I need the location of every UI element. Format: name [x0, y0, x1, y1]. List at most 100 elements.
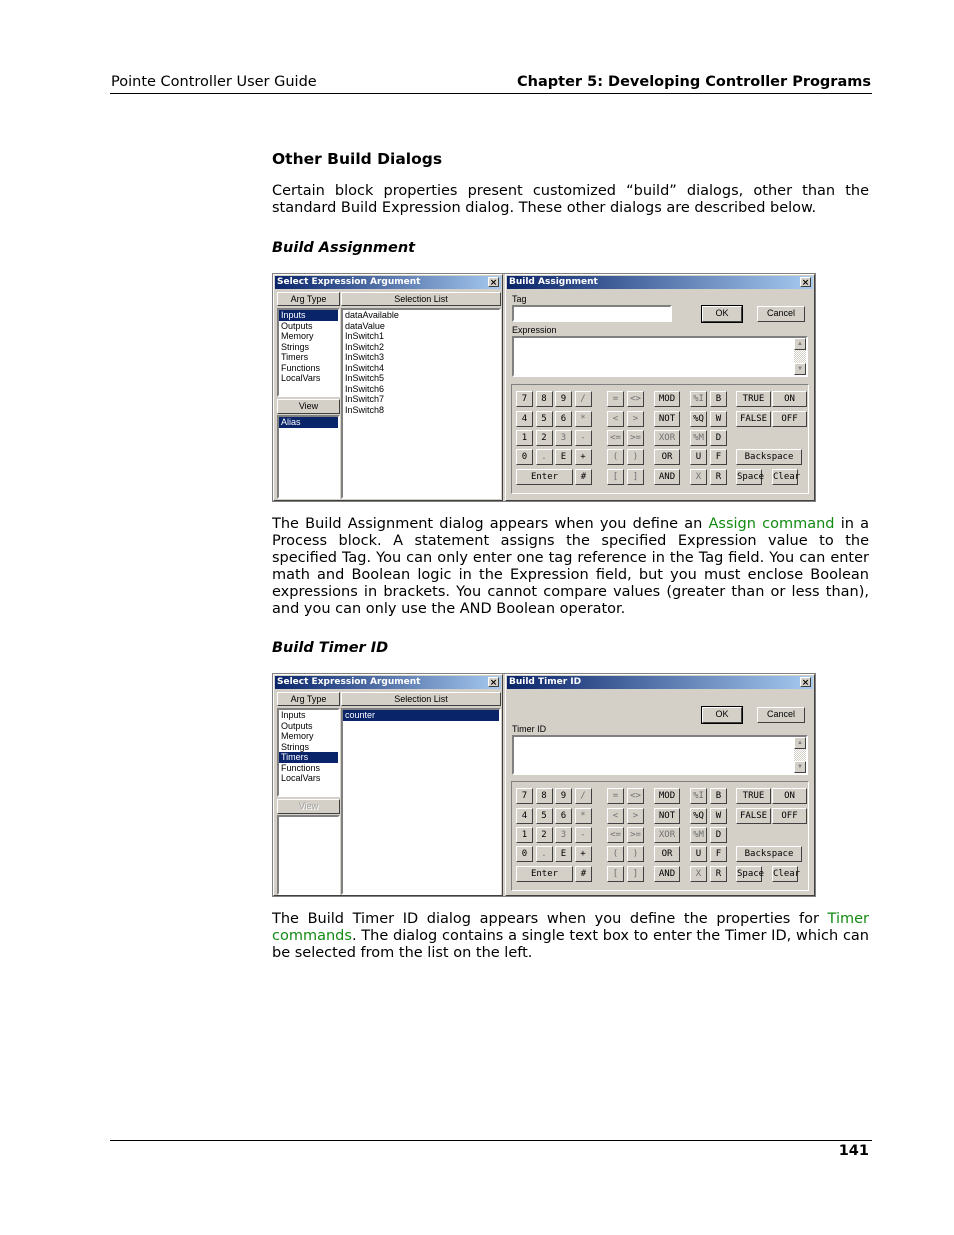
key-e-button[interactable]: E — [555, 449, 572, 465]
list-item[interactable]: InSwitch1 — [343, 331, 499, 342]
selection-list[interactable]: counter — [341, 708, 501, 895]
assign-command-link[interactable]: Assign command — [709, 516, 835, 532]
key--button[interactable]: < — [607, 808, 624, 824]
key-or-button[interactable]: OR — [654, 846, 680, 862]
arg-type-list[interactable]: Inputs Outputs Memory Strings Timers Function… — [277, 708, 340, 797]
timer-id-scrollbar[interactable]: ▲ ▼ — [794, 737, 806, 773]
expression-input[interactable]: ▲ ▼ — [512, 336, 808, 377]
list-item[interactable]: InSwitch6 — [343, 384, 499, 395]
key-q-button[interactable]: %Q — [690, 808, 707, 824]
key--button[interactable]: . — [535, 449, 553, 465]
list-item[interactable]: InSwitch7 — [343, 394, 499, 405]
key-mod-button[interactable]: MOD — [654, 391, 680, 407]
key--button[interactable]: * — [574, 808, 592, 824]
key-and-button[interactable]: AND — [654, 469, 680, 485]
key-7-button[interactable]: 7 — [516, 391, 533, 407]
close-icon[interactable]: × — [488, 277, 499, 288]
list-item[interactable]: LocalVars — [279, 773, 338, 784]
key--button[interactable]: = — [607, 788, 624, 804]
key-off-button[interactable]: OFF — [772, 411, 807, 427]
key--button[interactable]: * — [574, 411, 592, 427]
key-d-button[interactable]: D — [710, 430, 727, 446]
key-x-button[interactable]: X — [690, 866, 707, 882]
key-0-button[interactable]: 0 — [516, 449, 533, 465]
selection-list-header[interactable]: Selection List — [341, 692, 501, 706]
key--button[interactable]: + — [574, 846, 592, 862]
key-q-button[interactable]: %Q — [690, 411, 707, 427]
key-b-button[interactable]: B — [710, 391, 727, 407]
key-r-button[interactable]: R — [710, 866, 727, 882]
ok-button[interactable]: OK — [701, 305, 743, 323]
list-item[interactable]: LocalVars — [279, 373, 338, 384]
key--button[interactable]: [ — [607, 866, 624, 882]
key--button[interactable]: . — [535, 846, 553, 862]
key--button[interactable]: ( — [607, 449, 624, 465]
key-not-button[interactable]: NOT — [654, 411, 680, 427]
key-w-button[interactable]: W — [710, 411, 727, 427]
key-off-button[interactable]: OFF — [772, 808, 807, 824]
key-u-button[interactable]: U — [690, 449, 707, 465]
key--button[interactable]: [ — [607, 469, 624, 485]
key-xor-button[interactable]: XOR — [654, 827, 680, 843]
key--button[interactable]: <= — [607, 430, 624, 446]
tag-input[interactable] — [512, 305, 672, 322]
key-xor-button[interactable]: XOR — [654, 430, 680, 446]
key--button[interactable]: < — [607, 411, 624, 427]
key-2-button[interactable]: 2 — [535, 827, 553, 843]
list-item[interactable]: dataAvailable — [343, 310, 499, 321]
key--button[interactable]: - — [574, 430, 592, 446]
key-w-button[interactable]: W — [710, 808, 727, 824]
key--button[interactable]: / — [574, 788, 592, 804]
close-icon[interactable]: × — [800, 677, 811, 688]
key-true-button[interactable]: TRUE — [736, 391, 771, 407]
key-on-button[interactable]: ON — [772, 788, 807, 804]
list-item[interactable]: Inputs — [279, 710, 338, 721]
key--button[interactable]: / — [574, 391, 592, 407]
key-false-button[interactable]: FALSE — [736, 808, 771, 824]
expression-scrollbar[interactable]: ▲ ▼ — [794, 338, 806, 375]
list-item[interactable]: InSwitch5 — [343, 373, 499, 384]
key--button[interactable]: ] — [627, 866, 644, 882]
key-1-button[interactable]: 1 — [516, 827, 533, 843]
key-m-button[interactable]: %M — [690, 430, 707, 446]
list-item[interactable]: counter — [343, 710, 499, 721]
key-3-button[interactable]: 3 — [555, 430, 572, 446]
key-9-button[interactable]: 9 — [555, 788, 572, 804]
key-space-button[interactable]: Space — [736, 866, 764, 882]
close-icon[interactable]: × — [488, 677, 499, 688]
key-false-button[interactable]: FALSE — [736, 411, 771, 427]
key-backspace-button[interactable]: Backspace — [736, 846, 802, 862]
key--button[interactable]: ) — [627, 846, 644, 862]
key-backspace-button[interactable]: Backspace — [736, 449, 802, 465]
key-f-button[interactable]: F — [710, 846, 727, 862]
key--button[interactable]: - — [574, 827, 592, 843]
view-button[interactable]: View — [277, 799, 340, 814]
key-7-button[interactable]: 7 — [516, 788, 533, 804]
key-f-button[interactable]: F — [710, 449, 727, 465]
scroll-down-icon[interactable]: ▼ — [794, 761, 806, 773]
key-true-button[interactable]: TRUE — [736, 788, 771, 804]
list-item[interactable]: InSwitch2 — [343, 342, 499, 353]
list-item[interactable]: Timers — [279, 352, 338, 363]
close-icon[interactable]: × — [800, 277, 811, 288]
view-list[interactable] — [277, 815, 340, 895]
timer-id-input[interactable]: ▲ ▼ — [512, 735, 808, 775]
key-enter-button[interactable]: Enter — [516, 866, 573, 882]
key-4-button[interactable]: 4 — [516, 411, 533, 427]
key-2-button[interactable]: 2 — [535, 430, 553, 446]
key-space-button[interactable]: Space — [736, 469, 764, 485]
list-item[interactable]: Strings — [279, 342, 338, 353]
view-button[interactable]: View — [277, 399, 340, 414]
key--button[interactable]: # — [575, 866, 592, 882]
key--button[interactable]: > — [627, 411, 644, 427]
key--button[interactable]: <> — [627, 391, 644, 407]
key-and-button[interactable]: AND — [654, 866, 680, 882]
list-item[interactable]: InSwitch4 — [343, 363, 499, 374]
key--button[interactable]: ) — [627, 449, 644, 465]
key--button[interactable]: <= — [607, 827, 624, 843]
key-6-button[interactable]: 6 — [555, 411, 572, 427]
key-9-button[interactable]: 9 — [555, 391, 572, 407]
list-item[interactable]: Outputs — [279, 321, 338, 332]
scroll-up-icon[interactable]: ▲ — [794, 338, 806, 350]
scroll-down-icon[interactable]: ▼ — [794, 363, 806, 375]
